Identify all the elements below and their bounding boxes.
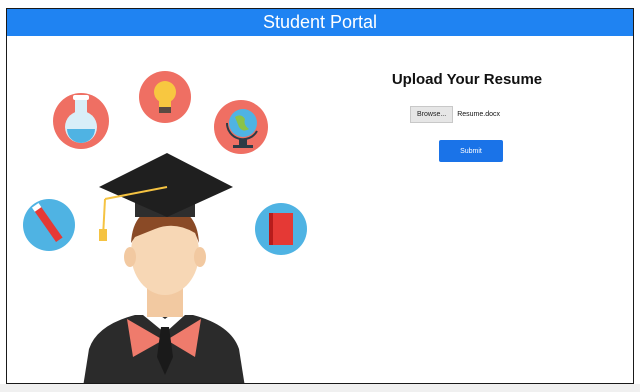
- bottom-strip: [0, 384, 640, 392]
- page-title: Student Portal: [262, 12, 378, 32]
- upload-title: Upload Your Resume: [391, 71, 543, 88]
- globe-icon: [214, 100, 268, 154]
- selected-file-name: Resume.docx: [457, 111, 500, 118]
- submit-button[interactable]: Submit: [439, 140, 503, 162]
- pencil-icon: [23, 199, 75, 251]
- app-header: Student Portal: [7, 9, 633, 36]
- app-window: Student Portal Upload Your Resume Browse…: [6, 8, 634, 384]
- browse-button[interactable]: Browse...: [410, 106, 454, 123]
- flask-icon: [53, 93, 109, 149]
- book-icon: [255, 203, 307, 255]
- lightbulb-icon: [139, 71, 191, 123]
- file-input[interactable]: Browse... Resume.docx: [410, 106, 500, 123]
- graduate-illustration: [23, 71, 307, 383]
- graduate-figure: [83, 207, 245, 383]
